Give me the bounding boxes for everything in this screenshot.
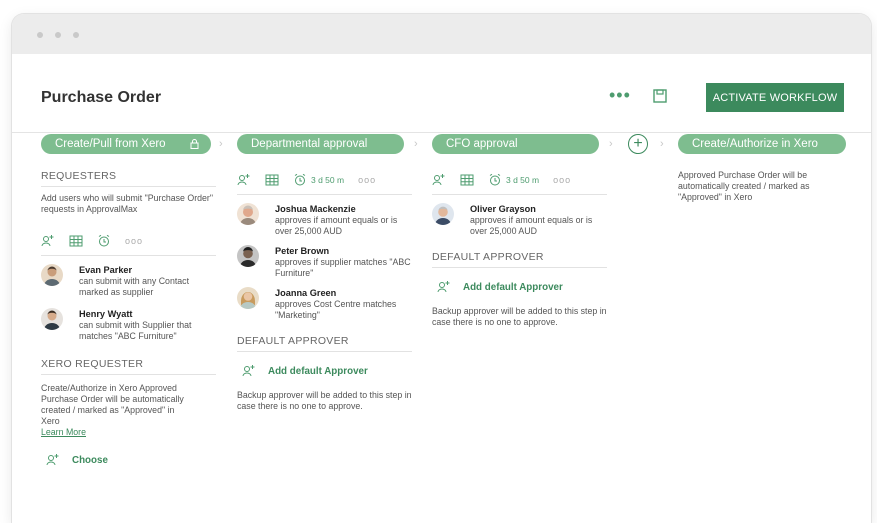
table-icon[interactable]	[69, 234, 83, 248]
activate-workflow-button[interactable]: ACTIVATE WORKFLOW	[706, 83, 844, 112]
step-create-authorize-xero[interactable]: Create/Authorize in Xero	[678, 134, 846, 154]
step-cfo-approval[interactable]: CFO approval	[432, 134, 599, 154]
requesters-title: REQUESTERS	[41, 170, 216, 187]
requesters-toolbar: ooo	[41, 231, 216, 256]
column-create-pull: REQUESTERS Add users who will submit "Pu…	[41, 170, 216, 467]
requesters-description: Add users who will submit "Purchase Orde…	[41, 193, 213, 214]
step-label: Create/Authorize in Xero	[692, 138, 818, 150]
chevron-right-icon: ›	[660, 138, 664, 150]
deadline-text: 3 d 50 m	[506, 175, 540, 185]
approver-item[interactable]: Oliver Grayson approves if amount equals…	[432, 203, 607, 241]
more-icon[interactable]: ooo	[358, 175, 376, 185]
avatar	[237, 245, 259, 267]
column-cfo: 3 d 50 m ooo Oliver Grayson approves if …	[432, 170, 607, 328]
person-name: Oliver Grayson	[470, 204, 536, 214]
add-user-icon	[242, 365, 255, 377]
table-icon[interactable]	[460, 173, 474, 187]
step-departmental-approval[interactable]: Departmental approval	[237, 134, 404, 154]
person-rule: approves if amount equals or is over 25,…	[470, 215, 593, 236]
app-window: Purchase Order ••• ACTIVATE WORKFLOW Cre…	[12, 14, 871, 523]
approver-item[interactable]: Joanna Green approves Cost Centre matche…	[237, 287, 412, 325]
add-user-icon	[46, 454, 59, 466]
xero-requester-description: Create/Authorize in Xero Approved Purcha…	[41, 383, 184, 426]
deadline-text: 3 d 50 m	[311, 175, 345, 185]
save-icon[interactable]	[653, 89, 667, 103]
avatar	[41, 264, 63, 286]
chevron-right-icon: ›	[414, 138, 418, 150]
chevron-right-icon: ›	[219, 138, 223, 150]
alarm-clock-icon[interactable]	[97, 234, 111, 248]
choose-requester-button[interactable]: Choose	[41, 453, 216, 467]
approver-item[interactable]: Joshua Mackenzie approves if amount equa…	[237, 203, 412, 241]
add-user-icon[interactable]	[41, 234, 55, 248]
step-label: CFO approval	[446, 138, 518, 150]
requester-item[interactable]: Henry Wyatt can submit with Supplier tha…	[41, 308, 216, 346]
more-options-button[interactable]: •••	[609, 86, 631, 104]
person-name: Joanna Green	[275, 288, 337, 298]
step-label: Create/Pull from Xero	[55, 138, 166, 150]
page-header: Purchase Order ••• ACTIVATE WORKFLOW	[12, 54, 871, 133]
default-approver-title: DEFAULT APPROVER	[432, 251, 607, 268]
step-label: Departmental approval	[251, 138, 368, 150]
add-default-approver-button[interactable]: Add default Approver	[237, 364, 412, 378]
backup-approver-description: Backup approver will be added to this st…	[432, 306, 607, 327]
more-icon[interactable]: ooo	[553, 175, 571, 185]
avatar	[432, 203, 454, 225]
person-rule: approves if supplier matches "ABC Furnit…	[275, 257, 411, 278]
xero-requester-title: XERO REQUESTER	[41, 358, 216, 375]
add-user-icon	[437, 281, 450, 293]
approvers-toolbar: 3 d 50 m ooo	[237, 170, 412, 195]
person-name: Peter Brown	[275, 246, 330, 256]
person-rule: approves if amount equals or is over 25,…	[275, 215, 398, 236]
person-name: Evan Parker	[79, 265, 133, 275]
window-dot	[37, 32, 43, 38]
add-default-approver-button[interactable]: Add default Approver	[432, 280, 607, 294]
lock-icon	[190, 139, 199, 149]
add-user-icon[interactable]	[237, 173, 251, 187]
more-icon[interactable]: ooo	[125, 236, 143, 246]
add-default-approver-label: Add default Approver	[268, 365, 368, 377]
step-create-pull-xero[interactable]: Create/Pull from Xero	[41, 134, 211, 154]
column-departmental: 3 d 50 m ooo Joshua Mackenzie approves i…	[237, 170, 412, 412]
alarm-clock-icon[interactable]	[488, 173, 502, 187]
add-user-icon[interactable]	[432, 173, 446, 187]
window-dot	[55, 32, 61, 38]
person-name: Henry Wyatt	[79, 309, 133, 319]
avatar	[237, 287, 259, 309]
alarm-clock-icon[interactable]	[293, 173, 307, 187]
person-name: Joshua Mackenzie	[275, 204, 356, 214]
window-titlebar	[12, 14, 871, 54]
chevron-right-icon: ›	[609, 138, 613, 150]
avatar	[237, 203, 259, 225]
table-icon[interactable]	[265, 173, 279, 187]
add-step-button[interactable]: +	[628, 134, 648, 154]
backup-approver-description: Backup approver will be added to this st…	[237, 390, 412, 411]
choose-label: Choose	[72, 454, 108, 466]
add-default-approver-label: Add default Approver	[463, 281, 563, 293]
requester-item[interactable]: Evan Parker can submit with any Contact …	[41, 264, 216, 302]
learn-more-link[interactable]: Learn More	[41, 427, 216, 437]
page-title: Purchase Order	[41, 89, 162, 106]
create-authorize-description: Approved Purchase Order will be automati…	[678, 170, 810, 202]
approvers-toolbar: 3 d 50 m ooo	[432, 170, 607, 195]
column-create-authorize: Approved Purchase Order will be automati…	[678, 170, 838, 203]
person-rule: approves Cost Centre matches "Marketing"	[275, 299, 397, 320]
approver-item[interactable]: Peter Brown approves if supplier matches…	[237, 245, 412, 283]
default-approver-title: DEFAULT APPROVER	[237, 335, 412, 352]
person-rule: can submit with any Contact marked as su…	[79, 276, 190, 297]
avatar	[41, 308, 63, 330]
person-rule: can submit with Supplier that matches "A…	[79, 320, 192, 341]
window-dot	[73, 32, 79, 38]
